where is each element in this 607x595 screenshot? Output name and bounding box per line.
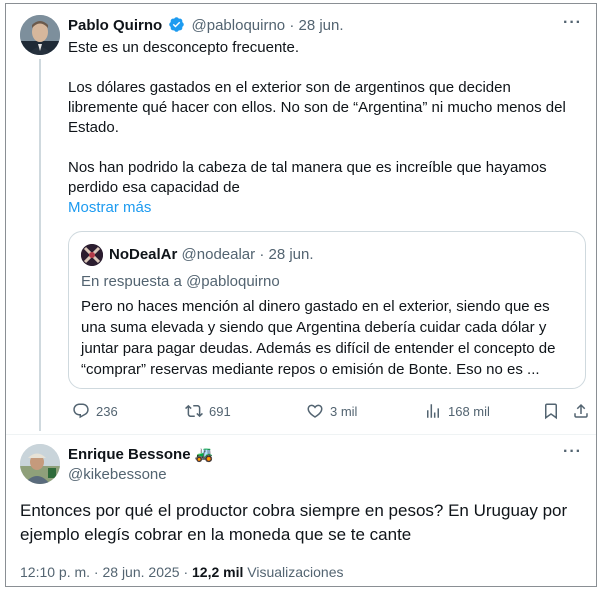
repost-icon [185,404,203,418]
quoted-tweet-text: Pero no haces mención al dinero gastado … [81,298,556,378]
more-options-icon[interactable]: ··· [563,443,582,461]
reply-tweet-header: Enrique Bessone 🚜 [68,445,213,465]
bookmark-icon [545,403,557,420]
views-icon [427,404,439,418]
in-reply-to-label: En respuesta a @pabloquirno [81,273,280,290]
avatar-enrique-bessone[interactable] [20,444,60,484]
share-button[interactable] [572,400,590,422]
author-handle[interactable]: @pabloquirno [192,17,286,34]
like-button[interactable]: 3 mil [306,400,357,422]
like-count: 3 mil [330,403,358,419]
views-count: 168 mil [448,403,490,419]
share-icon [574,403,588,418]
views-label: Visualizaciones [243,564,344,580]
tweet-paragraph-1: Este es un desconcepto frecuente. [68,39,299,56]
like-icon [307,404,323,418]
quoted-author-handle: @nodealar [181,246,256,263]
tweet-paragraph-2: Los dólares gastados en el exterior son … [68,79,566,136]
parent-tweet-header: Pablo Quirno @pabloquirno · 28 jun. [68,16,344,36]
separator-dot: · [259,246,265,263]
action-bar: 236 691 3 mil 168 mil [68,400,588,422]
tractor-emoji: 🚜 [194,446,214,463]
more-options-icon[interactable]: ··· [563,14,582,32]
quoted-tweet-date: 28 jun. [268,246,314,263]
repost-count: 691 [209,403,231,419]
parent-tweet-text: Este es un desconcepto frecuente. Los dó… [68,38,568,218]
reply-count: 236 [96,403,118,419]
quoted-tweet-header: NoDealAr @nodealar · 28 jun. [109,245,314,265]
reply-author-name[interactable]: Enrique Bessone [68,446,191,463]
tweet-thread-panel: Pablo Quirno @pabloquirno · 28 jun. ··· … [5,3,597,587]
reply-button[interactable]: 236 [72,400,118,422]
tweet-date[interactable]: 28 jun. [299,17,344,34]
views-button[interactable]: 168 mil [424,400,490,422]
avatar-nodealar [81,244,103,266]
views-total: 12,2 mil [192,564,244,580]
avatar-pablo-quirno[interactable] [20,15,60,55]
separator-dot: · [289,17,295,34]
tweet-paragraph-3: Nos han podrido la cabeza de tal manera … [68,159,547,196]
tweet-meta: 12:10 p. m. · 28 jun. 2025 · 12,2 mil Vi… [20,563,344,581]
author-name[interactable]: Pablo Quirno [68,17,162,34]
show-more-link[interactable]: Mostrar más [68,198,568,218]
bookmark-button[interactable] [542,400,560,422]
verified-badge-icon [169,17,185,32]
reply-author-handle[interactable]: @kikebessone [68,465,167,485]
reply-icon [73,403,89,419]
quoted-tweet[interactable]: NoDealAr @nodealar · 28 jun. En respuest… [68,231,586,389]
tweet-timestamp[interactable]: 12:10 p. m. · 28 jun. 2025 · [20,564,192,580]
reply-tweet-text: Entonces por qué el productor cobra siem… [20,501,568,544]
thread-line [39,59,41,431]
repost-button[interactable]: 691 [185,400,231,422]
quoted-author-name: NoDealAr [109,246,178,263]
divider [6,434,596,435]
